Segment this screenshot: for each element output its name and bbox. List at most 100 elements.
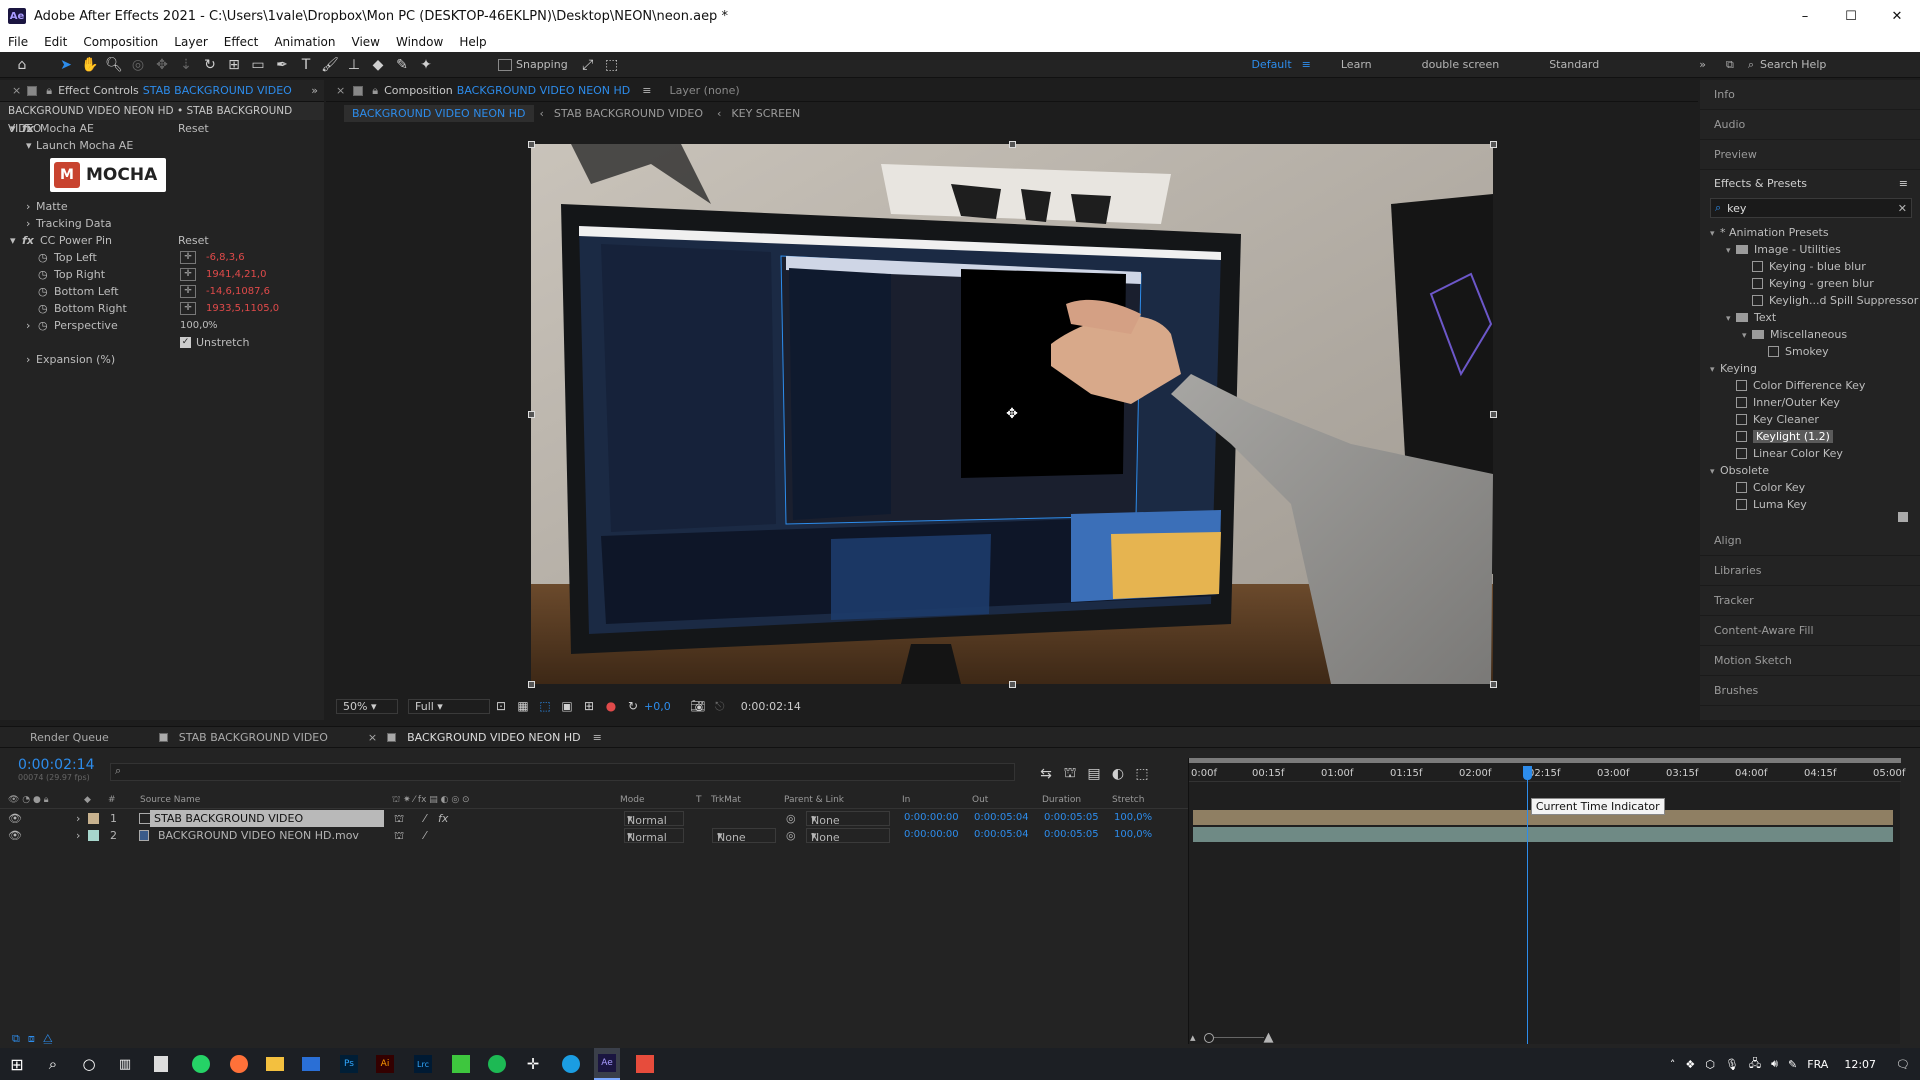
zoom-in-icon[interactable]: ▲: [1264, 1030, 1274, 1045]
stopwatch-icon[interactable]: ◷: [38, 285, 48, 298]
dropbox-tray-icon[interactable]: ❖: [1685, 1058, 1695, 1071]
effects-tree-item[interactable]: ▾ * Animation Presets: [1700, 224, 1920, 241]
graph-editor-icon[interactable]: ⬚: [1130, 762, 1154, 786]
align-panel-tab[interactable]: Align: [1700, 526, 1920, 556]
launch-mocha-row[interactable]: ▾ Launch Mocha AE: [0, 137, 324, 154]
mocha-launch-button[interactable]: M MOCHA: [50, 158, 166, 192]
stopwatch-icon[interactable]: ◷: [38, 319, 48, 332]
tracking-data-row[interactable]: › Tracking Data: [0, 215, 324, 232]
brush-tool-icon[interactable]: 🖌︎: [318, 53, 342, 77]
toggle-switches-icon[interactable]: ⧉: [12, 1032, 20, 1046]
audio-panel-tab[interactable]: Audio: [1700, 110, 1920, 140]
eraser-tool-icon[interactable]: ◆: [366, 53, 390, 77]
search-taskbar-icon[interactable]: ⌕: [40, 1048, 66, 1080]
exposure-reset-icon[interactable]: ↻: [622, 694, 644, 718]
close-window-button[interactable]: ✕: [1874, 9, 1920, 24]
close-tab-icon[interactable]: ×: [368, 731, 377, 744]
cortana-icon[interactable]: ○: [76, 1048, 102, 1080]
panel-lock-icon[interactable]: [27, 85, 38, 96]
transform-handle[interactable]: [1009, 141, 1016, 148]
stopwatch-icon[interactable]: ◷: [38, 302, 48, 315]
layer-label-swatch[interactable]: [88, 830, 99, 841]
rectangle-tool-icon[interactable]: ▭: [246, 53, 270, 77]
point-crosshair-icon[interactable]: ✛: [180, 285, 196, 298]
effects-tree-item[interactable]: ▾ Text: [1700, 309, 1920, 326]
file-explorer-icon[interactable]: [262, 1048, 288, 1080]
layer-duration[interactable]: 0:00:05:05: [1044, 812, 1099, 823]
workspace-default[interactable]: Default: [1251, 58, 1291, 71]
effects-tree-item[interactable]: Inner/Outer Key: [1700, 394, 1920, 411]
effects-tree-item[interactable]: ▾ Image - Utilities: [1700, 241, 1920, 258]
frame-blending-icon[interactable]: ▤: [1082, 762, 1106, 786]
notifications-icon[interactable]: 🗨︎: [1896, 1058, 1910, 1071]
transform-handle[interactable]: [528, 141, 535, 148]
effect-switch-icon[interactable]: fx: [438, 812, 448, 825]
toggle-modes-icon[interactable]: ⧈: [28, 1032, 35, 1046]
transform-handle[interactable]: [1490, 411, 1497, 418]
maximize-button[interactable]: ☐: [1828, 9, 1874, 24]
close-tab-icon[interactable]: ×: [12, 84, 21, 97]
param-row[interactable]: ◷ Bottom Left ✛ -14,6,1087,6: [0, 283, 324, 300]
trkmat-dropdown[interactable]: None ▾: [712, 828, 776, 844]
render-queue-tab[interactable]: Render Queue: [30, 731, 109, 744]
brushes-panel-tab[interactable]: Brushes: [1700, 676, 1920, 706]
menu-layer[interactable]: Layer: [174, 35, 207, 49]
stopwatch-icon[interactable]: ◷: [38, 251, 48, 264]
more-workspaces-icon[interactable]: »: [1699, 58, 1706, 71]
effects-tree-item[interactable]: Keyligh...d Spill Suppressor: [1700, 292, 1920, 309]
clear-search-icon[interactable]: ✕: [1898, 202, 1907, 215]
current-time-indicator[interactable]: [1526, 766, 1528, 1044]
anchor-point-icon[interactable]: ✥: [1004, 406, 1020, 422]
comp-crumb-active[interactable]: BACKGROUND VIDEO NEON HD: [344, 104, 534, 122]
libraries-panel-tab[interactable]: Libraries: [1700, 556, 1920, 586]
close-tab-icon[interactable]: ×: [336, 84, 345, 97]
snap-features-icon[interactable]: ⬚: [600, 53, 624, 77]
selection-tool-icon[interactable]: ➤: [54, 53, 78, 77]
layer-in-time[interactable]: 0:00:00:00: [904, 829, 959, 840]
layer-search-input[interactable]: ⌕: [110, 763, 1015, 781]
home-icon[interactable]: ⌂: [10, 53, 34, 77]
panel-overflow-icon[interactable]: »: [311, 84, 318, 97]
channels-icon[interactable]: ●: [600, 694, 622, 718]
effects-tree-item[interactable]: Smokey: [1700, 343, 1920, 360]
info-panel-tab[interactable]: Info: [1700, 80, 1920, 110]
windows-start-icon[interactable]: ⊞: [4, 1048, 30, 1080]
spotify-icon[interactable]: [484, 1048, 510, 1080]
matte-row[interactable]: › Matte: [0, 198, 324, 215]
green-app-icon[interactable]: [448, 1048, 474, 1080]
clone-stamp-tool-icon[interactable]: ⊥: [342, 53, 366, 77]
shy-switch-icon[interactable]: ⛫: [394, 812, 404, 827]
power-pin-effect-row[interactable]: ▾ fx CC Power Pin Reset: [0, 232, 324, 249]
mic-icon[interactable]: 🎙︎: [1725, 1058, 1739, 1071]
layer-name[interactable]: STAB BACKGROUND VIDEO: [150, 810, 384, 827]
taskbar-plus-icon[interactable]: ✛: [520, 1048, 546, 1080]
param-row[interactable]: ◷ Top Left ✛ -6,8,3,6: [0, 249, 324, 266]
video-visibility-icon[interactable]: 👁︎: [8, 829, 22, 842]
menu-view[interactable]: View: [352, 35, 380, 49]
after-effects-taskbar-icon[interactable]: Ae: [594, 1048, 620, 1080]
menu-edit[interactable]: Edit: [44, 35, 67, 49]
effects-tree-item[interactable]: Luma Key: [1700, 496, 1920, 513]
toggle-inout-icon[interactable]: ⧋: [43, 1032, 53, 1046]
timeline-timecode[interactable]: 0:00:02:14: [18, 757, 95, 773]
effects-search-box[interactable]: ⌕ key ✕: [1710, 198, 1912, 218]
transform-handle[interactable]: [1490, 681, 1497, 688]
layer-out-time[interactable]: 0:00:05:04: [974, 812, 1029, 823]
language-indicator[interactable]: FRA: [1807, 1058, 1828, 1071]
rotate-tool-icon[interactable]: ↻: [198, 53, 222, 77]
expand-layer-arrow-icon[interactable]: ›: [76, 812, 80, 825]
effects-search-input[interactable]: key: [1727, 202, 1746, 215]
effects-tree-item[interactable]: Color Key: [1700, 479, 1920, 496]
column-header-mode[interactable]: Mode: [620, 795, 645, 805]
menu-effect[interactable]: Effect: [224, 35, 259, 49]
orbit-tool-icon[interactable]: ◎: [126, 53, 150, 77]
tracker-panel-tab[interactable]: Tracker: [1700, 586, 1920, 616]
fx-icon[interactable]: fx: [22, 234, 34, 247]
dolly-tool-icon[interactable]: ⇣: [174, 53, 198, 77]
effect-controls-tab-label[interactable]: Effect Controls: [58, 84, 139, 97]
motion-blur-icon[interactable]: ◐: [1106, 762, 1130, 786]
effects-tree-item[interactable]: ▾ Obsolete: [1700, 462, 1920, 479]
menu-animation[interactable]: Animation: [274, 35, 335, 49]
collapsed-arrow-icon[interactable]: ›: [26, 200, 30, 213]
grid-guides-icon[interactable]: ⊞: [578, 694, 600, 718]
